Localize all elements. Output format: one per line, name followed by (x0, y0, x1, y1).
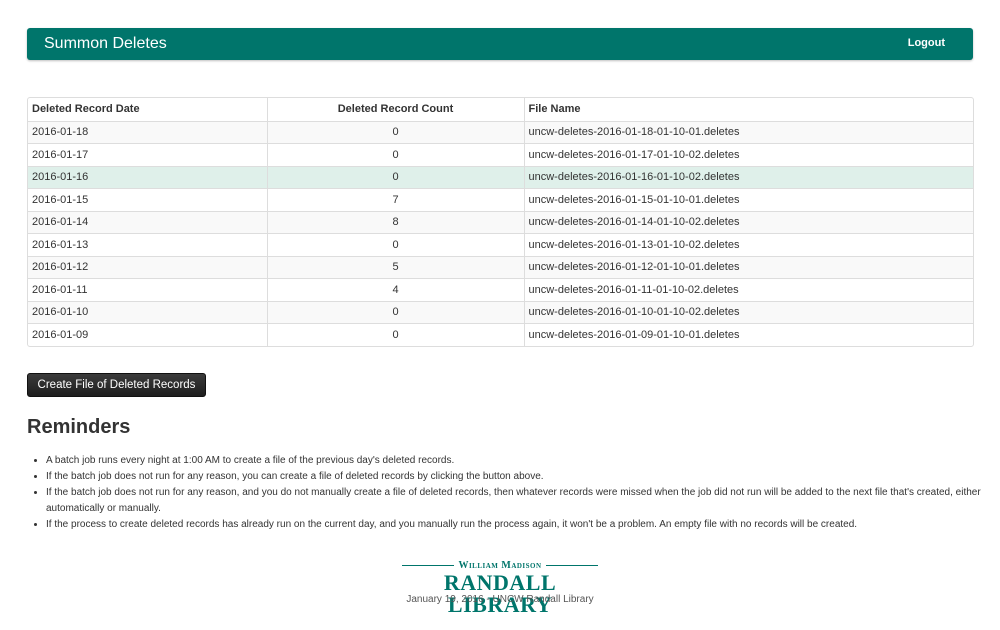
logout-link[interactable]: Logout (908, 37, 945, 50)
table-row: 2016-01-14 8 uncw-deletes-2016-01-14-01-… (28, 210, 973, 234)
deletes-table-container: Deleted Record Date Deleted Record Count… (27, 97, 974, 347)
cell-count: 0 (267, 143, 525, 166)
logo-rule-right (545, 565, 598, 566)
list-item: If the batch job does not run for any re… (46, 485, 991, 517)
cell-file-name: uncw-deletes-2016-01-15-01-10-01.deletes (524, 188, 973, 211)
logo-rule-left (402, 565, 455, 566)
reminders-list: A batch job runs every night at 1:00 AM … (27, 453, 991, 533)
cell-count: 5 (267, 255, 525, 279)
cell-date: 2016-01-11 (28, 278, 268, 301)
table-row: 2016-01-12 5 uncw-deletes-2016-01-12-01-… (28, 255, 973, 279)
table-row: 2016-01-10 0 uncw-deletes-2016-01-10-01-… (28, 300, 973, 324)
cell-file-name: uncw-deletes-2016-01-12-01-10-01.deletes (524, 255, 973, 279)
table-header-row: Deleted Record Date Deleted Record Count… (28, 98, 973, 121)
cell-date: 2016-01-12 (28, 255, 268, 279)
cell-count: 0 (267, 165, 525, 189)
header-file-name: File Name (528, 103, 581, 116)
header-count: Deleted Record Count (267, 98, 525, 121)
table-row: 2016-01-09 0 uncw-deletes-2016-01-09-01-… (28, 323, 973, 346)
cell-file-name: uncw-deletes-2016-01-09-01-10-01.deletes (524, 323, 973, 346)
cell-date: 2016-01-10 (28, 300, 268, 324)
table-row: 2016-01-18 0 uncw-deletes-2016-01-18-01-… (28, 120, 973, 144)
reminders-heading: Reminders (27, 416, 131, 438)
cell-count: 7 (267, 188, 525, 211)
cell-file-name: uncw-deletes-2016-01-14-01-10-02.deletes (524, 210, 973, 234)
cell-file-name: uncw-deletes-2016-01-13-01-10-02.deletes (524, 233, 973, 256)
header-date: Deleted Record Date (28, 98, 268, 121)
randall-library-logo: William Madison RANDALL LIBRARY (398, 560, 602, 616)
table-row: 2016-01-15 7 uncw-deletes-2016-01-15-01-… (28, 188, 973, 211)
cell-date: 2016-01-15 (28, 188, 268, 211)
deletes-table: Deleted Record Date Deleted Record Count… (28, 98, 973, 346)
cell-file-name: uncw-deletes-2016-01-17-01-10-02.deletes (524, 143, 973, 166)
cell-count: 0 (267, 300, 525, 324)
cell-date: 2016-01-14 (28, 210, 268, 234)
cell-count: 0 (267, 120, 525, 144)
cell-date: 2016-01-09 (28, 323, 268, 346)
list-item: A batch job runs every night at 1:00 AM … (46, 453, 991, 469)
cell-date: 2016-01-13 (28, 233, 268, 256)
cell-file-name: uncw-deletes-2016-01-10-01-10-02.deletes (524, 300, 973, 324)
cell-count: 8 (267, 210, 525, 234)
list-item: If the batch job does not run for any re… (46, 469, 991, 485)
table-row: 2016-01-11 4 uncw-deletes-2016-01-11-01-… (28, 278, 973, 301)
cell-count: 4 (267, 278, 525, 301)
top-navbar: Summon Deletes Logout (27, 28, 973, 60)
cell-file-name: uncw-deletes-2016-01-11-01-10-02.deletes (524, 278, 973, 301)
app-brand[interactable]: Summon Deletes (44, 35, 167, 53)
cell-file-name: uncw-deletes-2016-01-16-01-10-02.deletes (524, 165, 973, 189)
cell-count: 0 (267, 323, 525, 346)
cell-count: 0 (267, 233, 525, 256)
table-row: 2016-01-13 0 uncw-deletes-2016-01-13-01-… (28, 233, 973, 256)
create-deleted-records-button[interactable]: Create File of Deleted Records (27, 373, 206, 397)
footer-text: January 19, 2016 - UNCW Randall Library (406, 594, 594, 605)
table-row: 2016-01-17 0 uncw-deletes-2016-01-17-01-… (28, 143, 973, 166)
cell-date: 2016-01-16 (28, 165, 268, 189)
table-row-hovered: 2016-01-16 0 uncw-deletes-2016-01-16-01-… (28, 165, 973, 189)
cell-file-name: uncw-deletes-2016-01-18-01-10-01.deletes (524, 120, 973, 144)
cell-date: 2016-01-18 (28, 120, 268, 144)
cell-date: 2016-01-17 (28, 143, 268, 166)
list-item: If the process to create deleted records… (46, 517, 991, 533)
